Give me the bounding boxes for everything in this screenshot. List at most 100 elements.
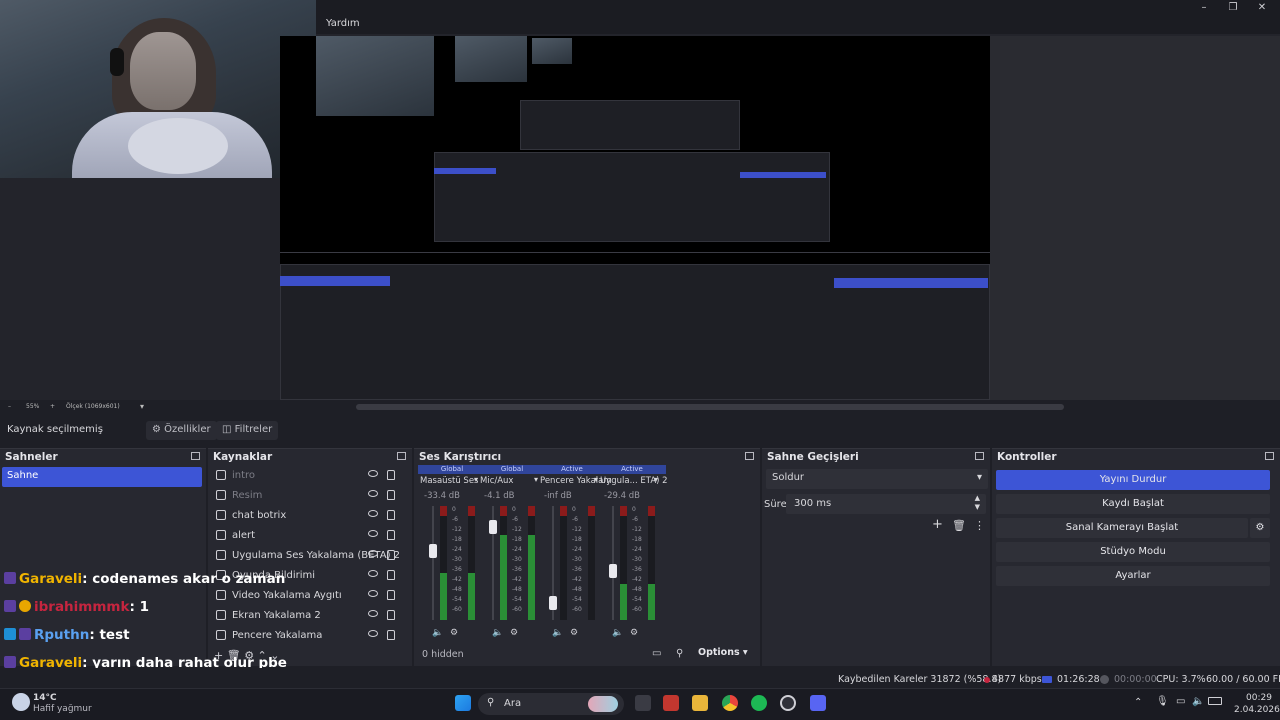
channel-settings-icon[interactable]: ⚙ bbox=[510, 628, 518, 638]
source-label: Resim bbox=[232, 490, 263, 501]
settings-button[interactable]: Ayarlar bbox=[996, 566, 1270, 586]
spotify-icon[interactable] bbox=[751, 695, 767, 711]
zoom-in-button[interactable]: + bbox=[50, 403, 55, 410]
visibility-eye-icon[interactable] bbox=[368, 590, 378, 597]
scale-dropdown-icon[interactable]: ▾ bbox=[140, 402, 144, 411]
minimize-button[interactable]: – bbox=[1197, 2, 1211, 14]
weather-desc[interactable]: Hafif yağmur bbox=[33, 704, 92, 714]
source-item[interactable]: Uygulama Ses Yakalama (BETA) 2 bbox=[212, 547, 408, 567]
fader-knob[interactable] bbox=[489, 520, 497, 534]
file-explorer-icon[interactable] bbox=[692, 695, 708, 711]
visibility-eye-icon[interactable] bbox=[368, 470, 378, 477]
add-transition-icon[interactable]: + bbox=[932, 517, 943, 532]
clock-date[interactable]: 2.04.2026 bbox=[1234, 705, 1280, 715]
source-label: Video Yakalama Aygıtı bbox=[232, 590, 342, 601]
preview-canvas[interactable] bbox=[280, 36, 990, 400]
fader-knob[interactable] bbox=[549, 596, 557, 610]
menu-help[interactable]: Yardım bbox=[326, 18, 360, 29]
visibility-eye-icon[interactable] bbox=[368, 490, 378, 497]
powerpoint-icon[interactable] bbox=[663, 695, 679, 711]
volume-icon[interactable]: 🔈 bbox=[1192, 696, 1204, 707]
dock-popout-icon[interactable] bbox=[397, 452, 406, 460]
studio-mode-button[interactable]: Stüdyo Modu bbox=[996, 542, 1270, 562]
source-item[interactable]: chat botrix bbox=[212, 507, 408, 527]
virtual-camera-settings-button[interactable]: ⚙ bbox=[1250, 518, 1270, 538]
visibility-eye-icon[interactable] bbox=[368, 510, 378, 517]
fader-knob[interactable] bbox=[609, 564, 617, 578]
preview-side-area bbox=[990, 36, 1280, 400]
dock-popout-icon[interactable] bbox=[1265, 452, 1274, 460]
visibility-eye-icon[interactable] bbox=[368, 570, 378, 577]
close-button[interactable]: ✕ bbox=[1255, 2, 1269, 14]
dock-popout-icon[interactable] bbox=[975, 452, 984, 460]
live-icon bbox=[1042, 676, 1052, 683]
mixer-link-icon[interactable]: ⚲ bbox=[676, 648, 683, 659]
start-recording-button[interactable]: Kaydı Başlat bbox=[996, 494, 1270, 514]
visibility-eye-icon[interactable] bbox=[368, 610, 378, 617]
speaker-icon[interactable]: 🔈 bbox=[612, 628, 623, 638]
transition-menu-icon[interactable]: ⋮ bbox=[974, 519, 985, 532]
zoom-out-button[interactable]: – bbox=[8, 403, 11, 410]
dock-popout-icon[interactable] bbox=[745, 452, 754, 460]
filters-button[interactable]: ◫ Filtreler bbox=[216, 421, 279, 440]
chevron-up-icon[interactable]: ⌃ bbox=[1134, 697, 1142, 708]
lock-icon[interactable] bbox=[387, 490, 395, 500]
channel-name[interactable]: Masaüstü Ses bbox=[420, 476, 478, 486]
start-virtual-camera-button[interactable]: Sanal Kamerayı Başlat bbox=[996, 518, 1248, 538]
lock-icon[interactable] bbox=[387, 570, 395, 580]
speaker-icon[interactable]: 🔈 bbox=[492, 628, 503, 638]
scene-item[interactable]: Sahne bbox=[2, 467, 202, 487]
speaker-icon[interactable]: 🔈 bbox=[432, 628, 443, 638]
volume-fader[interactable] bbox=[612, 506, 614, 620]
task-view-icon[interactable] bbox=[635, 695, 651, 711]
fader-knob[interactable] bbox=[429, 544, 437, 558]
channel-name[interactable]: Mic/Aux bbox=[480, 476, 513, 486]
lock-icon[interactable] bbox=[387, 610, 395, 620]
lock-icon[interactable] bbox=[387, 590, 395, 600]
meter-tick: -18 bbox=[512, 536, 522, 543]
meter-tick: -54 bbox=[452, 596, 462, 603]
channel-settings-icon[interactable]: ⚙ bbox=[630, 628, 638, 638]
options-button[interactable]: Options ▾ bbox=[698, 647, 754, 663]
source-item[interactable]: Ekran Yakalama 2 bbox=[212, 607, 408, 627]
dock-popout-icon[interactable] bbox=[191, 452, 200, 460]
source-item[interactable]: intro bbox=[212, 467, 408, 487]
network-icon[interactable]: ▭ bbox=[1176, 696, 1185, 707]
source-item[interactable]: Resim bbox=[212, 487, 408, 507]
taskbar-search[interactable]: ⚲ Ara bbox=[478, 693, 624, 715]
lock-icon[interactable] bbox=[387, 510, 395, 520]
lock-icon[interactable] bbox=[387, 470, 395, 480]
weather-icon[interactable] bbox=[12, 693, 30, 711]
lock-icon[interactable] bbox=[387, 630, 395, 640]
channel-settings-icon[interactable]: ⚙ bbox=[570, 628, 578, 638]
source-item[interactable]: alert bbox=[212, 527, 408, 547]
clock-time[interactable]: 00:29 bbox=[1246, 693, 1272, 703]
battery-icon[interactable] bbox=[1208, 697, 1222, 705]
stop-stream-button[interactable]: Yayını Durdur bbox=[996, 470, 1270, 490]
speaker-icon[interactable]: 🔈 bbox=[552, 628, 563, 638]
properties-button[interactable]: ⚙ Özellikler bbox=[146, 421, 217, 440]
volume-fader[interactable] bbox=[432, 506, 434, 620]
visibility-eye-icon[interactable] bbox=[368, 550, 378, 557]
microphone-icon[interactable]: 🎙 bbox=[1156, 696, 1169, 707]
channel-settings-icon[interactable]: ⚙ bbox=[450, 628, 458, 638]
remove-transition-icon[interactable]: 🗑 bbox=[952, 519, 966, 532]
chrome-icon[interactable] bbox=[722, 695, 738, 711]
channel-dropdown-icon[interactable]: ▾ bbox=[654, 475, 658, 484]
maximize-button[interactable]: ❐ bbox=[1226, 2, 1240, 14]
duration-stepper-icon[interactable]: ▲ ▼ bbox=[975, 494, 980, 512]
source-item[interactable]: Video Yakalama Aygıtı bbox=[212, 587, 408, 607]
transition-select[interactable]: Soldur ▾ bbox=[766, 469, 988, 489]
visibility-eye-icon[interactable] bbox=[368, 630, 378, 637]
discord-icon[interactable] bbox=[810, 695, 826, 711]
mixer-layout-icon[interactable]: ▭ bbox=[652, 648, 661, 659]
windows-start-icon[interactable] bbox=[455, 695, 471, 711]
visibility-eye-icon[interactable] bbox=[368, 530, 378, 537]
preview-scrollbar[interactable] bbox=[356, 404, 1064, 410]
lock-icon[interactable] bbox=[387, 550, 395, 560]
obs-icon[interactable] bbox=[780, 695, 796, 711]
source-item[interactable]: Pencere Yakalama bbox=[212, 627, 408, 647]
duration-input[interactable]: 300 ms ▲ ▼ bbox=[786, 494, 986, 514]
lock-icon[interactable] bbox=[387, 530, 395, 540]
weather-temp[interactable]: 14°C bbox=[33, 693, 57, 703]
